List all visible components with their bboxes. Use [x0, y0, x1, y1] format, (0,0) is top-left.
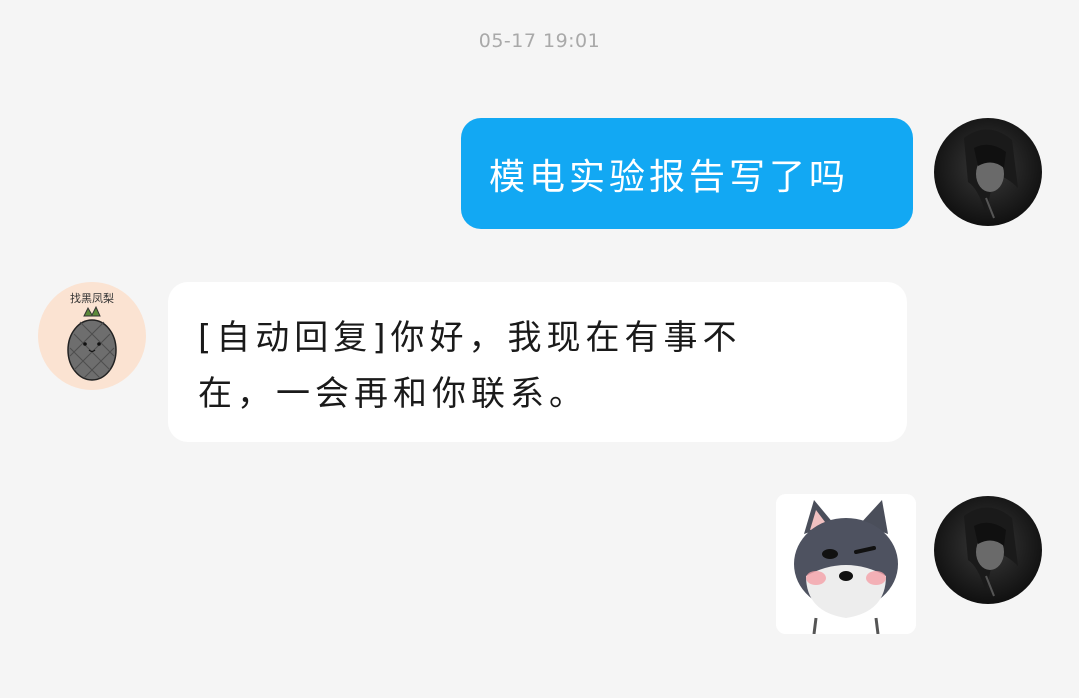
peer-avatar[interactable]: 找黑凤梨: [38, 282, 146, 390]
husky-dog-icon: [776, 494, 916, 634]
dark-anime-girl-avatar-icon: [934, 496, 1042, 604]
message-timestamp: 05-17 19:01: [478, 30, 601, 52]
dark-anime-girl-avatar-icon: [934, 118, 1042, 226]
incoming-message-bubble[interactable]: [自动回复]你好，我现在有事不 在，一会再和你联系。: [168, 282, 907, 442]
self-avatar[interactable]: [934, 118, 1042, 226]
avatar-caption: 找黑凤梨: [70, 291, 114, 305]
pineapple-icon: 找黑凤梨: [38, 282, 146, 390]
husky-dog-sticker[interactable]: [776, 494, 916, 634]
message-line: 在，一会再和你联系。: [198, 374, 588, 414]
outgoing-message-bubble[interactable]: 模电实验报告写了吗: [461, 118, 913, 229]
message-line: [自动回复]你好，我现在有事不: [198, 318, 742, 358]
message-text: 模电实验报告写了吗: [489, 156, 850, 198]
self-avatar[interactable]: [934, 496, 1042, 604]
chat-view: 05-17 19:01 模电实验报告写了吗 找黑凤梨 [自动回复]你好，我现在有…: [0, 0, 1079, 698]
